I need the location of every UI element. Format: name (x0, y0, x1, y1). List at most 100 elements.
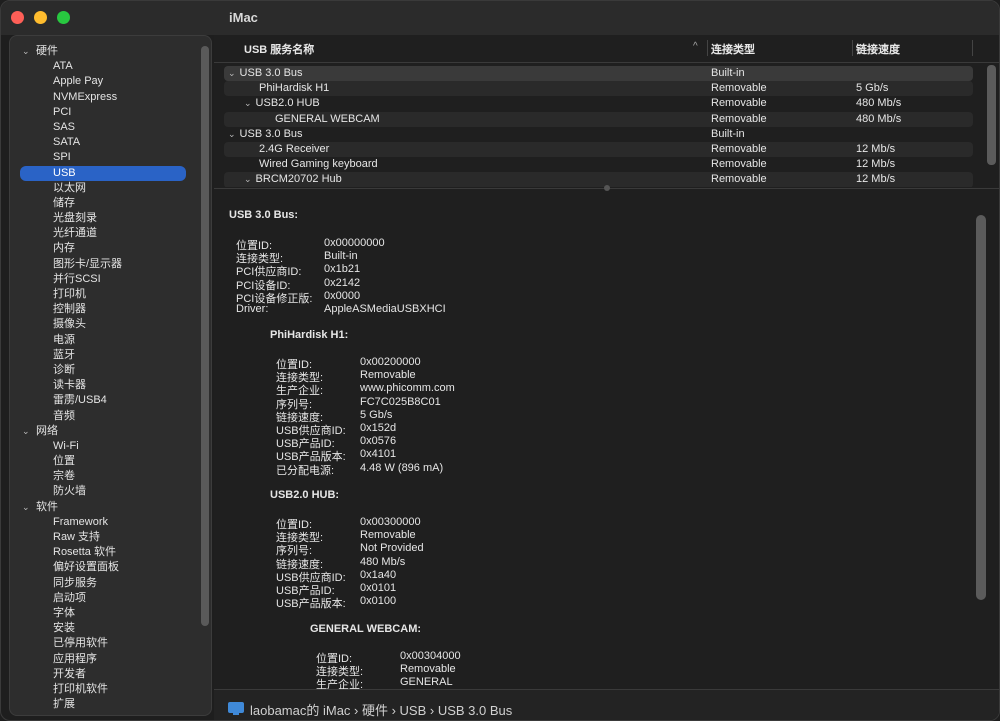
sidebar-item-label: USB (53, 166, 76, 179)
sidebar-item[interactable]: ATA (10, 59, 200, 74)
sidebar-item[interactable]: Framework (10, 515, 200, 530)
link-speed-cell: 12 Mb/s (856, 173, 896, 186)
sidebar-item[interactable]: 应用程序 (10, 652, 200, 667)
column-divider[interactable] (852, 40, 853, 56)
sidebar-group[interactable]: ⌄ 网络 (10, 424, 200, 439)
sidebar-item-label: 光盘刻录 (53, 212, 97, 225)
sidebar-item[interactable]: Apple Pay (10, 74, 200, 89)
path-bar: laobamac的 iMac › 硬件 › USB › USB 3.0 Bus (214, 689, 999, 720)
sidebar-item[interactable]: 启动项 (10, 591, 200, 606)
chevron-down-icon[interactable]: ⌄ (228, 68, 236, 78)
device-name: PhiHardisk H1 (259, 82, 330, 95)
property-value: 0x00304000 (400, 650, 461, 662)
sidebar-item[interactable]: SAS (10, 120, 200, 135)
property-value: Built-in (324, 250, 358, 263)
table-row[interactable]: 2.4G Receiver Removable 12 Mb/s (224, 142, 973, 158)
table-scrollbar[interactable] (987, 65, 996, 165)
table-row[interactable]: GENERAL WEBCAM Removable 480 Mb/s (224, 111, 973, 127)
sidebar-item[interactable]: SATA (10, 135, 200, 150)
sidebar-item[interactable]: 诊断 (10, 363, 200, 378)
sidebar-item[interactable]: Wi-Fi (10, 439, 200, 454)
sidebar-item[interactable]: 扩展 (10, 697, 200, 712)
sidebar-item[interactable]: 开发者 (10, 667, 200, 682)
detail-scrollbar[interactable] (976, 215, 986, 600)
table-row[interactable]: ⌄ USB2.0 HUB Removable 480 Mb/s (224, 96, 973, 111)
property-value: FC7C025B8C01 (360, 395, 441, 408)
column-header-name[interactable]: USB 服务名称 (244, 41, 314, 57)
property-label: Driver: (236, 303, 269, 315)
path-breadcrumb[interactable]: laobamac的 iMac › 硬件 › USB › USB 3.0 Bus (250, 700, 512, 719)
sidebar-item[interactable]: 控制器 (10, 302, 200, 317)
sidebar-item-label: 打印机软件 (53, 682, 108, 695)
table-row[interactable]: ⌄ BRCM20702 Hub Removable 12 Mb/s (224, 172, 973, 187)
close-button[interactable] (11, 11, 24, 24)
sidebar-item[interactable]: 打印机 (10, 287, 200, 302)
link-speed-cell: 480 Mb/s (856, 97, 902, 110)
sidebar-item[interactable]: 储存 (10, 196, 200, 211)
sidebar-item[interactable]: 音频 (10, 409, 200, 424)
sidebar-item[interactable]: 同步服务 (10, 576, 200, 591)
sidebar-item-label: 以太网 (53, 181, 86, 194)
sidebar-item[interactable]: 内存 (10, 241, 200, 256)
sidebar-item[interactable]: 位置 (10, 454, 200, 469)
sidebar-item[interactable]: Raw 支持 (10, 530, 200, 545)
table-row[interactable]: ⌄ USB 3.0 Bus Built-in (224, 127, 973, 142)
sidebar-item[interactable]: 偏好设置面板 (10, 560, 200, 575)
sidebar-item[interactable]: 光纤通道 (10, 226, 200, 241)
property-value: 0x0576 (360, 435, 397, 448)
sidebar-item[interactable]: 宗卷 (10, 469, 200, 484)
sidebar-item[interactable]: 安装 (10, 621, 200, 636)
sidebar-item-label: 已停用软件 (53, 637, 108, 650)
chevron-down-icon[interactable]: ⌄ (244, 174, 252, 184)
sidebar-item-label: 安装 (53, 622, 75, 635)
sidebar-item[interactable]: 防火墙 (10, 484, 200, 499)
chevron-down-icon[interactable]: ⌄ (22, 500, 30, 515)
sidebar-item-label: 应用程序 (53, 652, 97, 665)
sidebar-item[interactable]: Rosetta 软件 (10, 545, 200, 560)
device-name-cell: ⌄ USB2.0 HUB (244, 96, 320, 111)
property-value: 0x00000000 (324, 237, 385, 249)
sidebar-item[interactable]: 光盘刻录 (10, 211, 200, 226)
sidebar-item[interactable]: 蓝牙 (10, 348, 200, 363)
sidebar-item[interactable]: USB (20, 165, 186, 181)
device-name: BRCM20702 Hub (255, 173, 342, 186)
chevron-down-icon[interactable]: ⌄ (228, 129, 236, 139)
sidebar-item[interactable]: 图形卡/显示器 (10, 257, 200, 272)
sidebar-item[interactable]: 雷雳/USB4 (10, 393, 200, 408)
sidebar-item[interactable]: 打印机软件 (10, 682, 200, 697)
sidebar-item[interactable]: 字体 (10, 606, 200, 621)
sidebar-item[interactable]: 以太网 (10, 181, 200, 196)
content-pane: USB 服务名称 ^ 连接类型 链接速度 ⌄ USB 3.0 Bus Built-i… (214, 35, 999, 720)
table-row[interactable]: PhiHardisk H1 Removable 5 Gb/s (224, 81, 973, 97)
device-name-cell: GENERAL WEBCAM (275, 112, 380, 127)
sidebar-item[interactable]: SPI (10, 150, 200, 165)
sidebar-item-label: 并行SCSI (53, 272, 101, 285)
column-divider[interactable] (972, 40, 973, 56)
chevron-down-icon[interactable]: ⌄ (22, 424, 30, 439)
sidebar-item[interactable]: PCI (10, 105, 200, 120)
column-header-speed[interactable]: 链接速度 (856, 41, 900, 57)
table-row[interactable]: ⌄ USB 3.0 Bus Built-in (224, 66, 973, 82)
sidebar-group[interactable]: ⌄ 软件 (10, 500, 200, 515)
link-speed-cell: 12 Mb/s (856, 158, 896, 171)
sidebar-item[interactable]: 已停用软件 (10, 636, 200, 651)
sidebar-group[interactable]: ⌄ 硬件 (10, 44, 200, 59)
minimize-button[interactable] (34, 11, 47, 24)
hub-section-title: USB2.0 HUB: (270, 489, 340, 501)
sidebar-item[interactable]: 并行SCSI (10, 272, 200, 287)
chevron-down-icon[interactable]: ⌄ (22, 44, 30, 59)
sidebar-item[interactable]: 电源 (10, 333, 200, 348)
split-handle[interactable] (604, 185, 610, 191)
table-row[interactable]: Wired Gaming keyboard Removable 12 Mb/s (224, 157, 973, 172)
sidebar-item[interactable]: 摄像头 (10, 317, 200, 332)
device-name: GENERAL WEBCAM (275, 112, 380, 125)
chevron-down-icon[interactable]: ⌄ (244, 98, 252, 108)
sidebar-scrollbar[interactable] (201, 46, 209, 626)
sidebar-item[interactable]: NVMExpress (10, 90, 200, 105)
computer-icon (228, 702, 244, 715)
column-header-type[interactable]: 连接类型 (711, 41, 755, 57)
zoom-button[interactable] (57, 11, 70, 24)
sidebar-item[interactable]: 读卡器 (10, 378, 200, 393)
column-divider[interactable] (707, 40, 708, 56)
sort-ascending-icon[interactable]: ^ (693, 41, 698, 52)
